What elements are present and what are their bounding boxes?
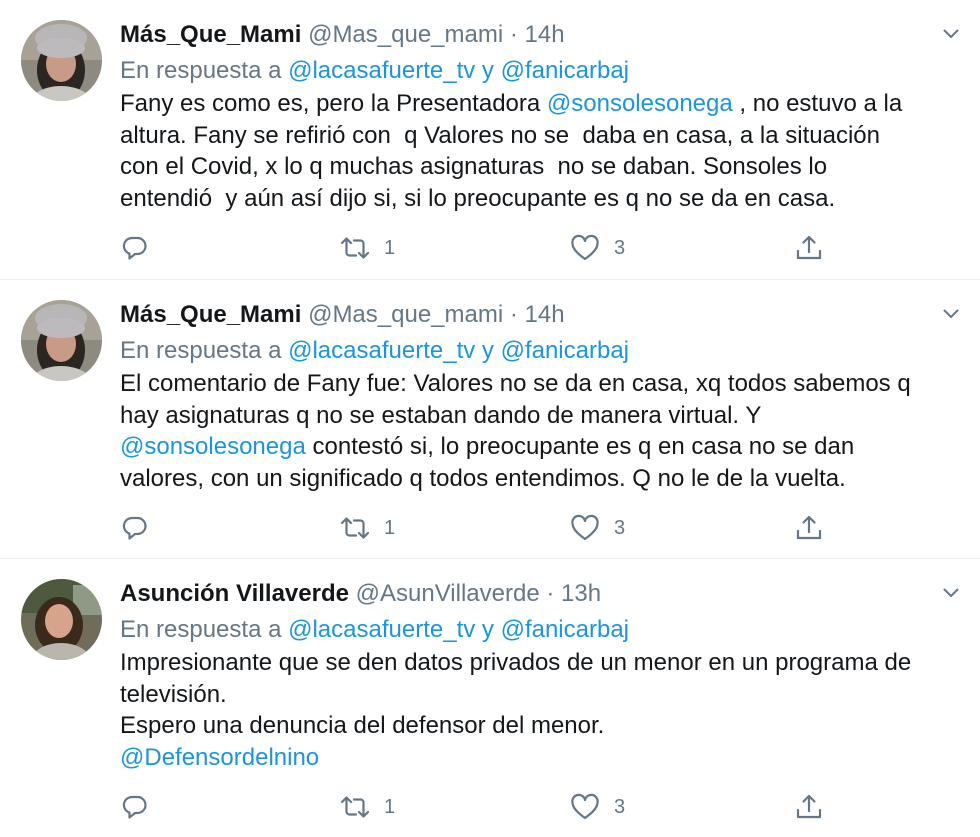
share-icon bbox=[796, 515, 822, 540]
timestamp[interactable]: 14h bbox=[525, 301, 565, 328]
avatar[interactable] bbox=[21, 20, 102, 101]
user-handle[interactable]: @Mas_que_mami bbox=[308, 301, 503, 328]
share-icon bbox=[796, 794, 822, 819]
like-count: 3 bbox=[614, 795, 626, 818]
share-button[interactable] bbox=[794, 789, 824, 825]
reply-prefix: En respuesta a bbox=[120, 57, 289, 84]
reply-context: En respuesta a @lacasafuerte_tv y @fanic… bbox=[120, 335, 629, 367]
mention-link[interactable]: @sonsolesonega bbox=[120, 433, 306, 460]
text-line: Fany es como es, pero la Presentadora @s… bbox=[120, 90, 903, 117]
tweet-text: Fany es como es, pero la Presentadora @s… bbox=[120, 88, 960, 214]
retweet-button[interactable]: 1 bbox=[340, 789, 395, 825]
text-line: entendió y aún así dijo si, si lo preocu… bbox=[120, 184, 836, 212]
reply-prefix: En respuesta a bbox=[120, 616, 289, 643]
text-line: @Defensordelnino bbox=[120, 742, 960, 774]
avatar[interactable] bbox=[21, 300, 102, 381]
like-button[interactable]: 3 bbox=[570, 789, 625, 825]
tweet[interactable]: Asunción Villaverde @AsunVillaverde · 13… bbox=[0, 558, 980, 837]
share-button[interactable] bbox=[794, 230, 824, 266]
mention-link[interactable]: @Defensordelnino bbox=[120, 744, 319, 771]
chevron-down-icon[interactable] bbox=[943, 587, 959, 599]
reply-context: En respuesta a @lacasafuerte_tv y @fanic… bbox=[120, 614, 629, 646]
text-line: Impresionante que se den datos privados … bbox=[120, 649, 912, 676]
reply-mention-2[interactable]: @fanicarbaj bbox=[501, 337, 629, 364]
text-line: Espero una denuncia del defensor del men… bbox=[120, 712, 605, 739]
like-button[interactable]: 3 bbox=[570, 510, 625, 546]
like-button[interactable]: 3 bbox=[570, 230, 625, 266]
share-button[interactable] bbox=[794, 510, 824, 546]
display-name[interactable]: Asunción Villaverde bbox=[120, 580, 349, 607]
reply-context: En respuesta a @lacasafuerte_tv y @fanic… bbox=[120, 55, 629, 87]
tweet[interactable]: Más_Que_Mami @Mas_que_mami · 14h En resp… bbox=[0, 0, 980, 279]
tweet-header: Asunción Villaverde @AsunVillaverde · 13… bbox=[120, 576, 601, 612]
text-line: televisión. bbox=[120, 680, 227, 708]
chevron-down-icon[interactable] bbox=[943, 28, 959, 40]
chevron-down-icon[interactable] bbox=[943, 308, 959, 320]
retweet-icon bbox=[340, 796, 370, 818]
heart-icon bbox=[571, 234, 599, 261]
reply-join: y bbox=[475, 616, 501, 643]
text-line: @sonsolesonega contestó si, lo preocupan… bbox=[120, 433, 855, 460]
like-count: 3 bbox=[614, 516, 626, 539]
timestamp[interactable]: 13h bbox=[561, 580, 601, 607]
retweet-count: 1 bbox=[384, 236, 396, 259]
reply-icon bbox=[122, 795, 147, 819]
heart-icon bbox=[571, 793, 599, 820]
reply-mention-1[interactable]: @lacasafuerte_tv bbox=[288, 57, 475, 84]
text-line: valores, con un significado q todos ente… bbox=[120, 464, 846, 492]
retweet-button[interactable]: 1 bbox=[340, 230, 395, 266]
reply-join: y bbox=[475, 337, 501, 364]
reply-mention-1[interactable]: @lacasafuerte_tv bbox=[288, 337, 475, 364]
tweet-header: Más_Que_Mami @Mas_que_mami · 14h bbox=[120, 17, 565, 53]
user-handle[interactable]: @Mas_que_mami bbox=[308, 21, 503, 48]
reply-icon bbox=[122, 516, 147, 540]
action-bar: 1 3 bbox=[0, 510, 980, 546]
action-bar: 1 3 bbox=[0, 230, 980, 266]
reply-button[interactable] bbox=[121, 230, 149, 266]
user-handle[interactable]: @AsunVillaverde bbox=[356, 580, 540, 607]
reply-mention-2[interactable]: @fanicarbaj bbox=[501, 616, 629, 643]
tweet[interactable]: Más_Que_Mami @Mas_que_mami · 14h En resp… bbox=[0, 279, 980, 558]
text-line: con el Covid, x lo q muchas asignaturas … bbox=[120, 153, 828, 180]
text-line: El comentario de Fany fue: Valores no se… bbox=[120, 370, 911, 397]
tweet-text: El comentario de Fany fue: Valores no se… bbox=[120, 368, 960, 494]
retweet-icon bbox=[340, 517, 370, 539]
tweet-text: Impresionante que se den datos privados … bbox=[120, 647, 960, 773]
separator-dot: · bbox=[503, 301, 525, 328]
reply-button[interactable] bbox=[121, 510, 149, 546]
reply-mention-2[interactable]: @fanicarbaj bbox=[501, 57, 629, 84]
avatar[interactable] bbox=[21, 579, 102, 660]
retweet-button[interactable]: 1 bbox=[340, 510, 395, 546]
reply-join: y bbox=[475, 57, 501, 84]
share-icon bbox=[796, 235, 822, 260]
display-name[interactable]: Más_Que_Mami bbox=[120, 21, 301, 48]
action-bar: 1 3 bbox=[0, 789, 980, 825]
text-line: hay asignaturas q no se estaban dando de… bbox=[120, 401, 762, 429]
retweet-count: 1 bbox=[384, 516, 396, 539]
separator-dot: · bbox=[539, 580, 562, 607]
like-count: 3 bbox=[614, 236, 626, 259]
timestamp[interactable]: 14h bbox=[525, 21, 565, 48]
reply-button[interactable] bbox=[121, 789, 149, 825]
retweet-count: 1 bbox=[384, 795, 396, 818]
heart-icon bbox=[571, 514, 599, 541]
reply-icon bbox=[122, 236, 147, 260]
reply-prefix: En respuesta a bbox=[120, 337, 289, 364]
separator-dot: · bbox=[503, 21, 525, 48]
display-name[interactable]: Más_Que_Mami bbox=[120, 301, 301, 328]
text-line: altura. Fany se refirió con q Valores no… bbox=[120, 121, 880, 149]
retweet-icon bbox=[340, 237, 370, 259]
tweet-header: Más_Que_Mami @Mas_que_mami · 14h bbox=[120, 297, 565, 333]
reply-mention-1[interactable]: @lacasafuerte_tv bbox=[288, 616, 475, 643]
mention-link[interactable]: @sonsolesonega bbox=[547, 90, 733, 117]
